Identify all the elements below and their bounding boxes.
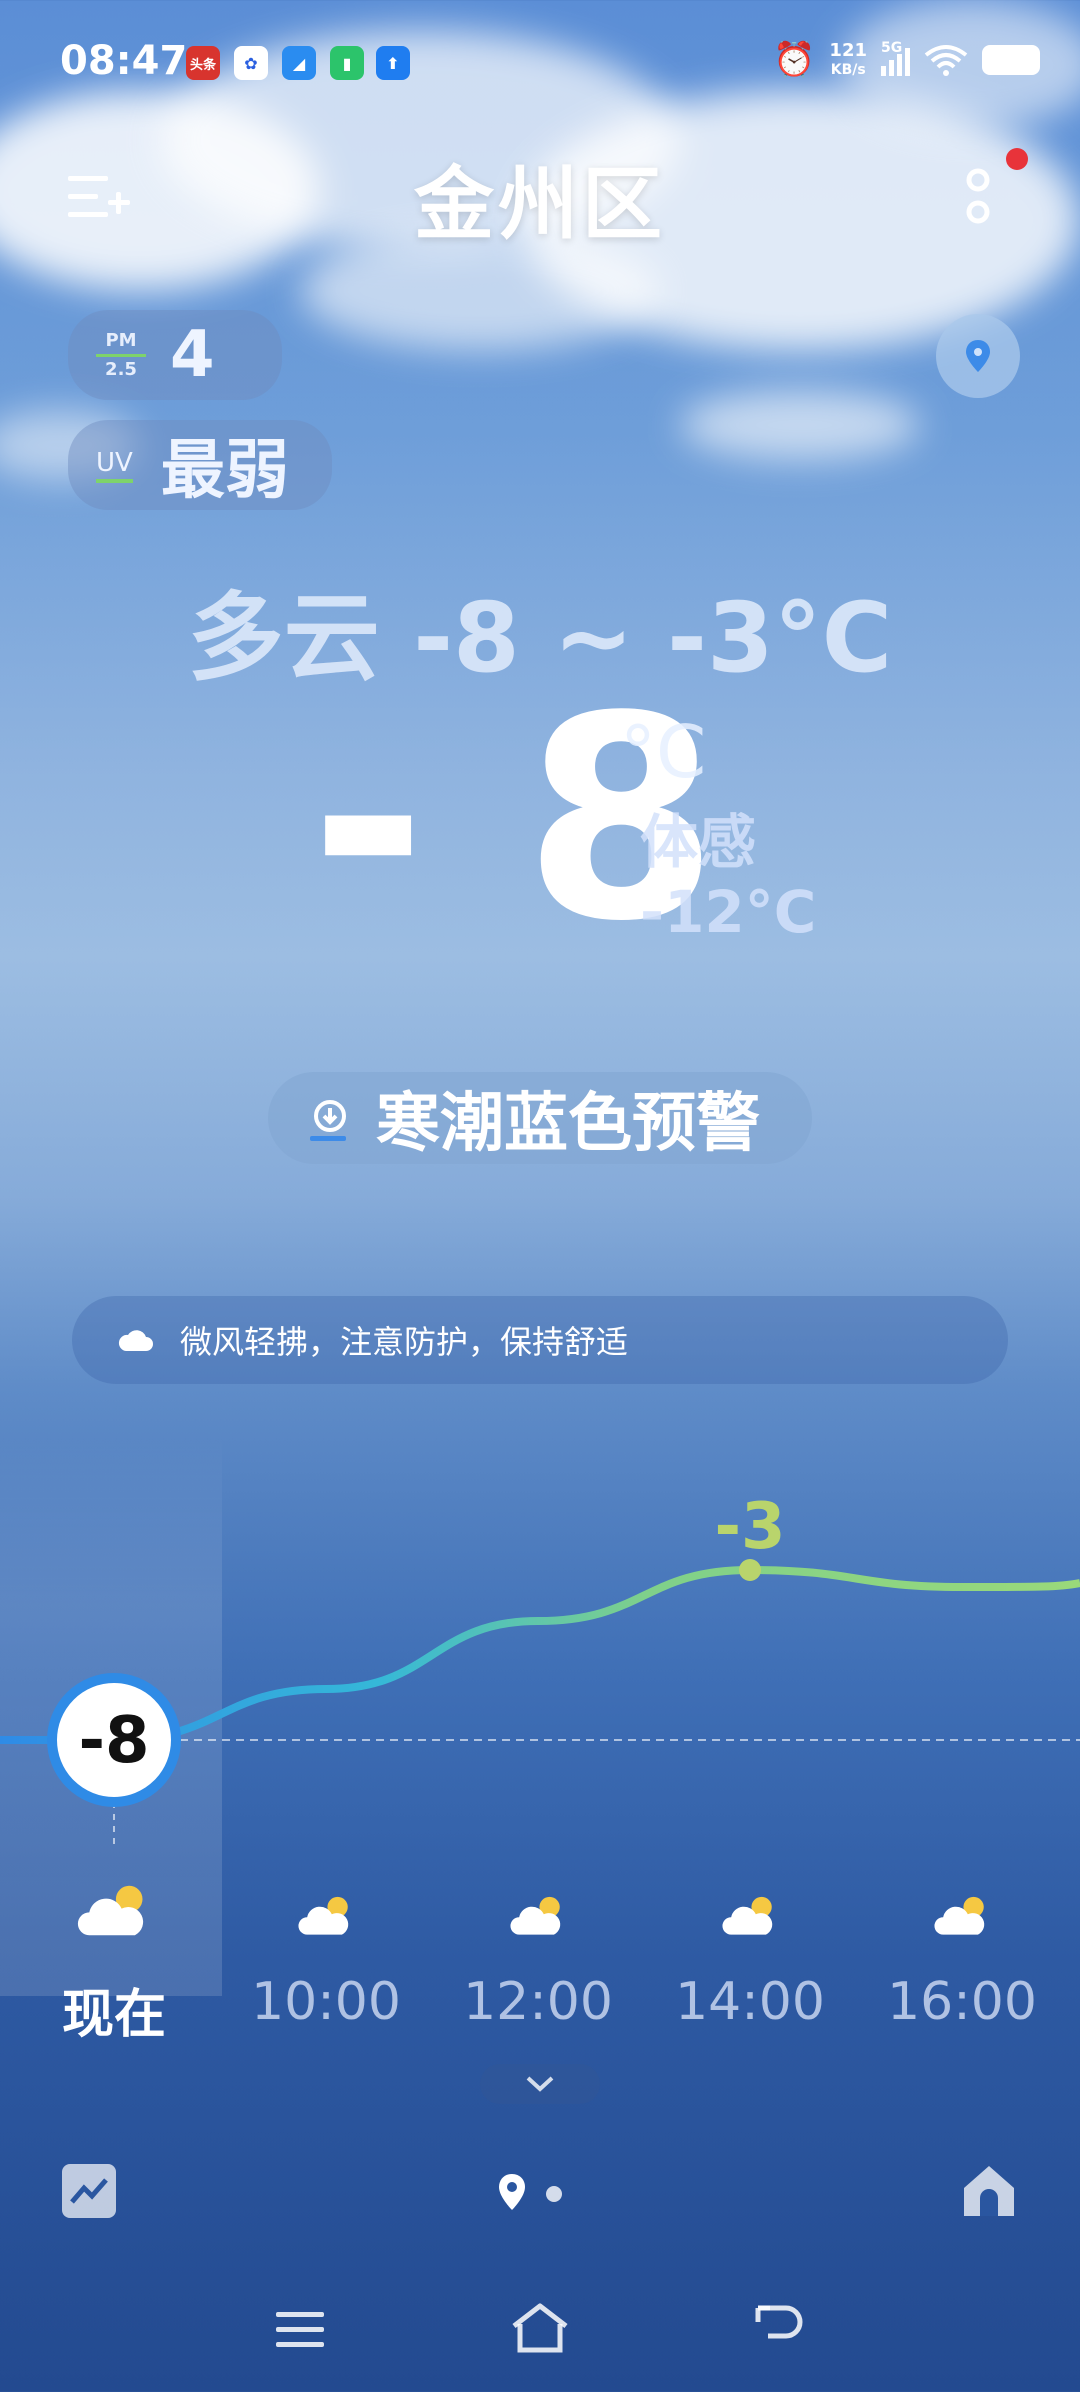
partly-cloudy-icon — [298, 1896, 349, 1935]
pm25-label: PM 2.5 — [96, 330, 146, 381]
home-nav-icon[interactable] — [510, 2302, 570, 2354]
hour-label[interactable]: 10:00 — [226, 1972, 426, 2032]
hourly-temperature-chart: -3 -8 — [0, 1490, 1080, 1850]
partly-cloudy-icon — [934, 1896, 985, 1935]
battery-icon — [982, 45, 1040, 75]
recent-apps-icon[interactable] — [276, 2310, 324, 2350]
temperature-unit: °C — [620, 710, 707, 794]
back-nav-icon[interactable] — [754, 2304, 804, 2354]
cloud-icon — [118, 1330, 153, 1351]
net-speed: 121 KB/s — [829, 39, 867, 79]
status-time: 08:47 — [60, 38, 188, 84]
baidu-icon: ✿ — [234, 46, 268, 80]
uv-value: 最弱 — [160, 434, 289, 508]
pm25-value: 4 — [170, 318, 215, 392]
hour-label[interactable]: 14:00 — [650, 1972, 850, 2032]
pm-label-bottom: 2.5 — [105, 358, 137, 380]
notification-dot — [1006, 148, 1028, 170]
cold-wave-icon — [310, 1100, 346, 1141]
net-speed-value: 121 — [829, 39, 867, 61]
map-pin-icon — [966, 340, 990, 372]
alarm-icon: ⏰ — [773, 40, 816, 80]
pm25-badge[interactable]: PM 2.5 4 — [68, 310, 282, 400]
battery-app-icon: ▮ — [330, 46, 364, 80]
hour-label-now[interactable]: 现在 — [14, 1972, 214, 2047]
hour-label[interactable]: 12:00 — [438, 1972, 638, 2032]
weather-tip: 微风轻拂，注意防护，保持舒适 — [72, 1296, 1008, 1384]
cold-wave-alert[interactable]: 寒潮蓝色预警 — [268, 1072, 812, 1164]
status-right: ⏰ 121 KB/s 5G — [773, 40, 1040, 80]
browser-icon: ◢ — [282, 46, 316, 80]
system-navigation-bar — [0, 2280, 1080, 2380]
pm-label-top: PM — [105, 329, 137, 351]
bottom-toolbar — [0, 2150, 1080, 2250]
upload-icon: ⬆ — [376, 46, 410, 80]
uv-label: UV — [96, 447, 133, 483]
trend-chart-icon[interactable] — [62, 2164, 116, 2218]
expand-forecast-button[interactable] — [480, 2064, 600, 2104]
more-options-icon[interactable] — [962, 160, 994, 240]
chevron-down-icon — [526, 2076, 554, 2092]
page-indicator-dot[interactable] — [546, 2186, 562, 2202]
current-temp-label: -8 — [78, 1704, 149, 1778]
tip-text: 微风轻拂，注意防护，保持舒适 — [180, 1323, 629, 1361]
feels-like-label: 体感 — [640, 808, 757, 876]
map-location-button[interactable] — [936, 314, 1020, 398]
toutiao-icon: 头条 — [186, 46, 220, 80]
location-pin-indicator-icon[interactable] — [496, 2172, 528, 2212]
max-temp-label: -3 — [714, 1490, 785, 1564]
city-title[interactable]: 金州区 — [0, 140, 1080, 256]
partly-cloudy-icon — [510, 1896, 561, 1935]
partly-cloudy-icon — [77, 1885, 144, 1936]
signal-icon: 5G — [881, 40, 910, 76]
feels-like-value: -12°C — [640, 878, 817, 946]
net-speed-unit: KB/s — [830, 61, 866, 78]
network-type: 5G — [881, 40, 903, 56]
home-weather-icon[interactable] — [960, 2162, 1018, 2220]
hour-label[interactable]: 16:00 — [862, 1972, 1062, 2032]
wifi-icon — [924, 45, 968, 76]
uv-badge[interactable]: UV 最弱 — [68, 420, 332, 510]
alert-text: 寒潮蓝色预警 — [376, 1087, 760, 1161]
partly-cloudy-icon — [722, 1896, 773, 1935]
